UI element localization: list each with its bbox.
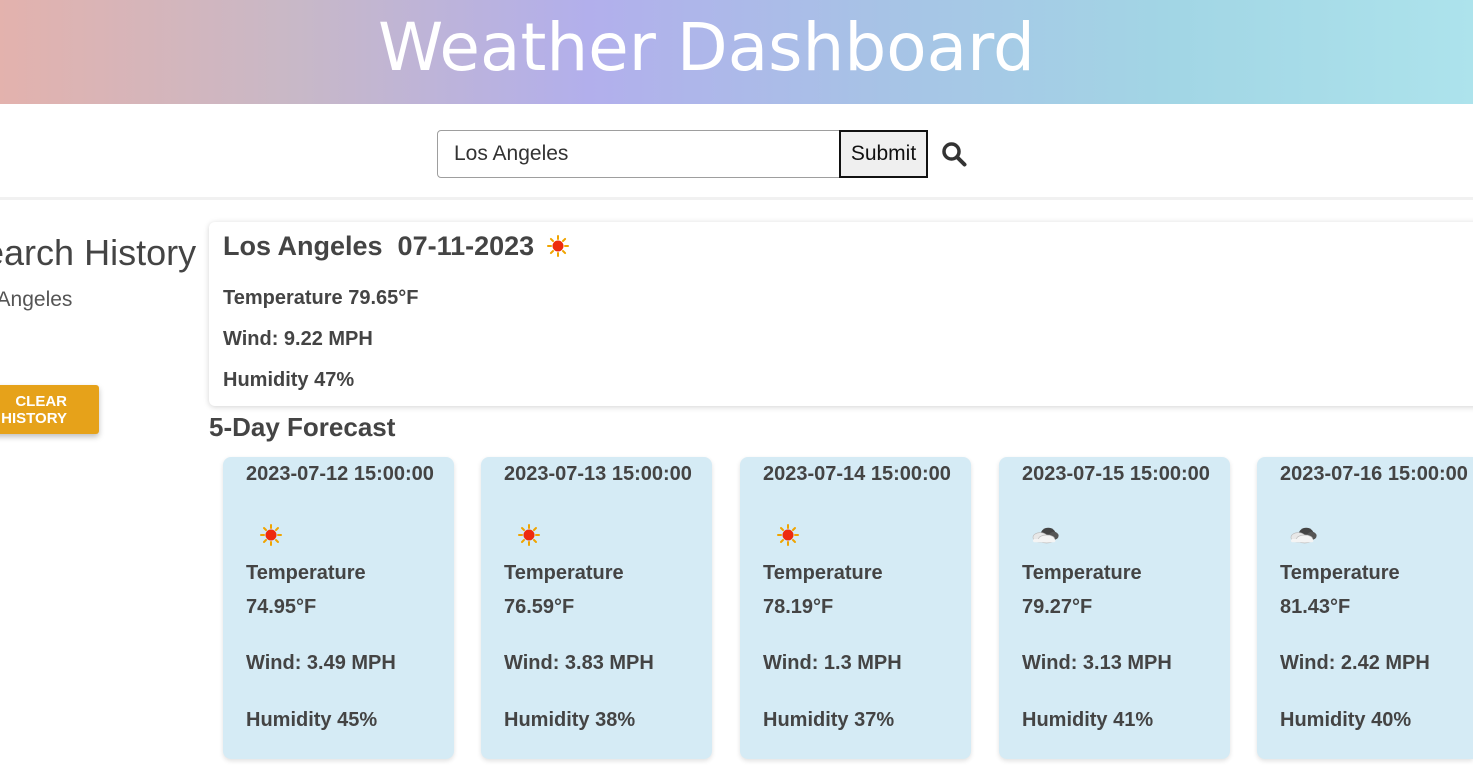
forecast-temperature-label: Temperature [504,562,624,584]
forecast-card: 2023-07-12 15:00:00 Temperature 74.95°F … [223,457,454,759]
current-weather-heading: Los Angeles 07-11-2023 [223,230,570,262]
forecast-temperature: 74.95°F [246,596,317,618]
forecast-card: 2023-07-14 15:00:00 Temperature 78.19°F … [740,457,971,759]
forecast-card: 2023-07-16 15:00:00 Temperature 81.43°F … [1257,457,1473,759]
cloud-icon [1290,527,1317,544]
forecast-humidity: Humidity 38% [504,709,636,731]
forecast-wind: Wind: 3.13 MPH [1022,652,1172,674]
forecast-wind: Wind: 3.83 MPH [504,652,654,674]
header-banner: Weather Dashboard [0,0,1473,104]
forecast-temperature: 78.19°F [763,596,834,618]
forecast-title: 5-Day Forecast [209,412,396,442]
sun-icon [547,235,570,257]
forecast-humidity: Humidity 40% [1280,709,1412,731]
forecast-card: 2023-07-13 15:00:00 Temperature 76.59°F … [481,457,712,759]
forecast-date: 2023-07-15 15:00:00 [1022,463,1210,485]
forecast-wind: Wind: 2.42 MPH [1280,652,1430,674]
search-icon[interactable] [941,141,967,167]
page-title: Weather Dashboard [378,9,1035,86]
current-temperature: Temperature 79.65°F [223,287,419,309]
current-wind: Wind: 9.22 MPH [223,328,373,350]
current-humidity: Humidity 47% [223,369,355,391]
forecast-humidity: Humidity 41% [1022,709,1154,731]
sun-icon [777,524,799,546]
forecast-temperature: 79.27°F [1022,596,1093,618]
forecast-date: 2023-07-12 15:00:00 [246,463,434,485]
forecast-temperature-label: Temperature [1022,562,1142,584]
forecast-date: 2023-07-13 15:00:00 [504,463,692,485]
forecast-temperature: 76.59°F [504,596,575,618]
forecast-date: 2023-07-16 15:00:00 [1280,463,1468,485]
current-date: 07-11-2023 [397,231,535,261]
cloud-icon [1032,527,1059,544]
search-bar: Submit [0,104,1473,200]
forecast-temperature: 81.43°F [1280,596,1351,618]
forecast-humidity: Humidity 37% [763,709,895,731]
city-search-input[interactable] [437,130,840,178]
forecast-humidity: Humidity 45% [246,709,378,731]
forecast-card: 2023-07-15 15:00:00 Temperature 79.27°F … [999,457,1230,759]
search-history-title: Search History [0,232,197,273]
forecast-wind: Wind: 3.49 MPH [246,652,396,674]
forecast-temperature-label: Temperature [1280,562,1400,584]
clear-history-button[interactable]: CLEAR HISTORY [0,385,99,434]
forecast-wind: Wind: 1.3 MPH [763,652,902,674]
submit-button[interactable]: Submit [839,130,928,178]
forecast-temperature-label: Temperature [763,562,883,584]
sun-icon [260,524,282,546]
current-city: Los Angeles [223,231,383,261]
sun-icon [518,524,540,546]
history-item[interactable]: Los Angeles [0,287,72,313]
forecast-temperature-label: Temperature [246,562,366,584]
forecast-date: 2023-07-14 15:00:00 [763,463,951,485]
current-weather-card: Los Angeles 07-11-2023 Temperature 79.65… [209,222,1473,406]
